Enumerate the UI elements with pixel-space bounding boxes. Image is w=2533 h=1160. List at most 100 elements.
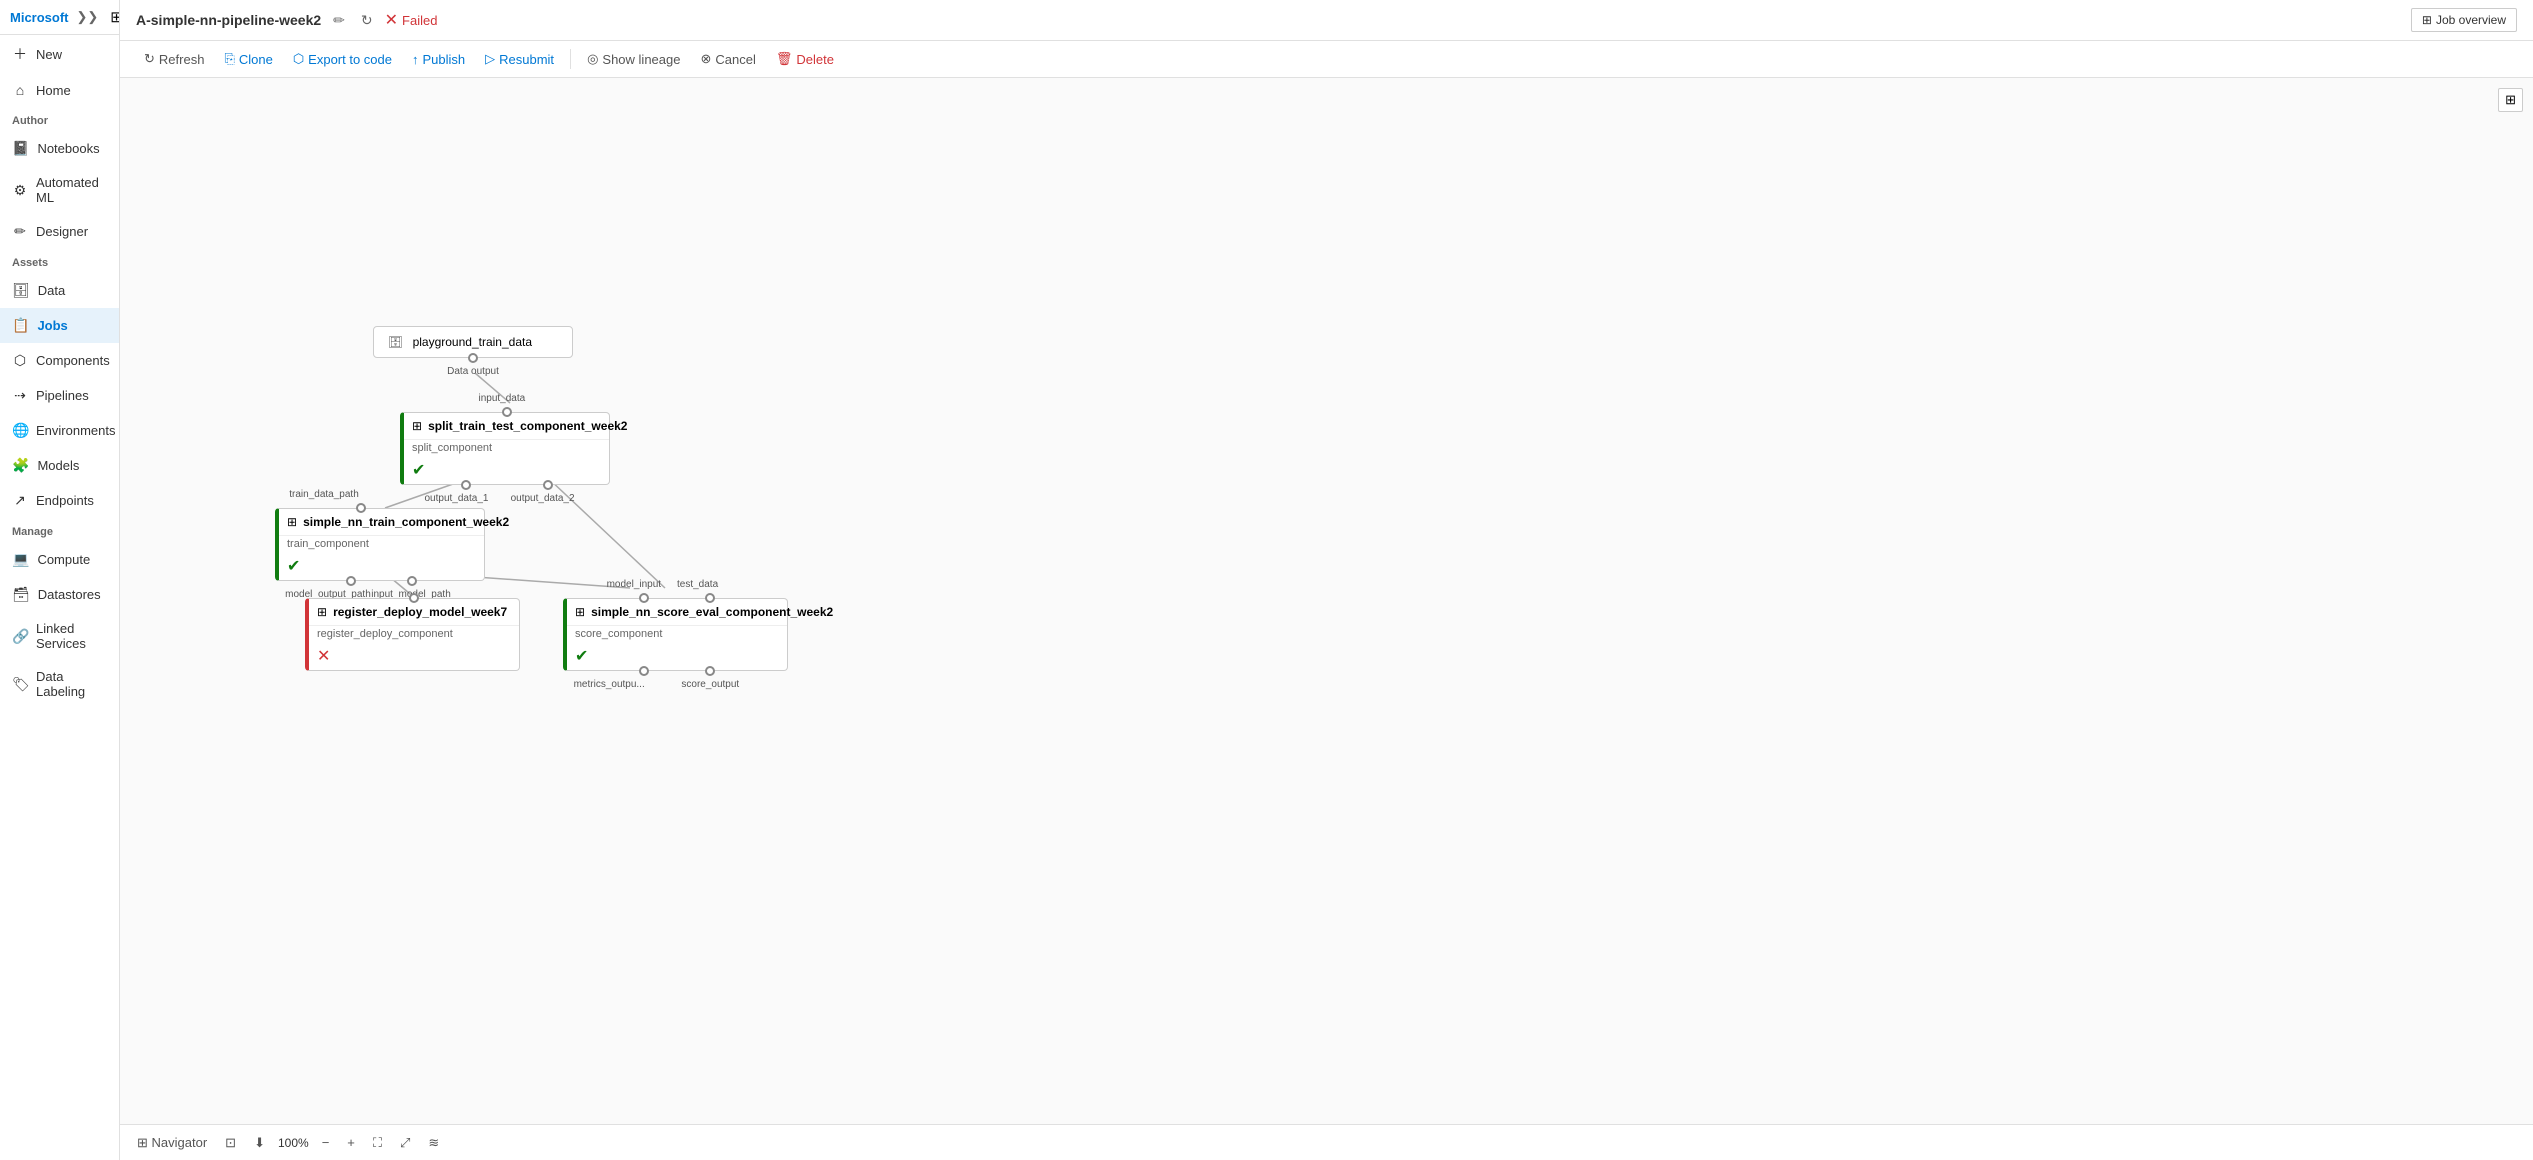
plus-icon: + <box>347 1135 355 1150</box>
train-node-header: ⊞ simple_nn_train_component_week2 <box>279 509 484 536</box>
split-node-status: ✔ <box>404 458 609 484</box>
pipeline-canvas[interactable]: 🗄 playground_train_data Data output ⊞ sp… <box>120 78 2533 1160</box>
train-status-icon: ✔ <box>287 558 300 575</box>
train-node-status: ✔ <box>279 554 484 580</box>
data-source-out-port[interactable] <box>468 353 478 363</box>
publish-icon: ↑ <box>412 52 419 67</box>
sidebar-item-new[interactable]: ＋ New <box>0 35 119 73</box>
canvas-inner: 🗄 playground_train_data Data output ⊞ sp… <box>120 78 2533 1120</box>
fit-view-button[interactable]: ⊡ <box>220 1133 241 1153</box>
sidebar-item-environments[interactable]: 🌐 Environments <box>0 413 119 448</box>
navigator-map-icon: ⊞ <box>137 1135 148 1150</box>
sidebar-item-notebooks[interactable]: 📓 Notebooks <box>0 131 119 166</box>
split-node-icon: ⊞ <box>412 419 422 433</box>
refresh-title-button[interactable]: ↻ <box>357 10 377 31</box>
endpoints-icon: ↗ <box>12 492 28 509</box>
fit-canvas-icon: ⛶ <box>373 1135 382 1150</box>
zoom-out-button[interactable]: − <box>317 1133 335 1152</box>
sidebar-item-components[interactable]: ⬡ Components <box>0 343 119 378</box>
score-in2-port[interactable] <box>705 593 715 603</box>
edit-title-button[interactable]: ✏ <box>329 10 349 31</box>
train-in-port[interactable] <box>356 503 366 513</box>
sidebar-item-data[interactable]: 🗄 Data <box>0 273 119 308</box>
export-icon: ⬡ <box>293 51 304 67</box>
section-manage: Manage <box>0 518 119 542</box>
score-node[interactable]: ⊞ simple_nn_score_eval_component_week2 s… <box>563 598 788 671</box>
train-node[interactable]: ⊞ simple_nn_train_component_week2 train_… <box>275 508 485 581</box>
fullscreen-button[interactable]: ⤢ <box>395 1133 415 1153</box>
sidebar: Microsoft ❯❯ ⊞ ＋ New ⌂ Home Author 📓 Not… <box>0 0 120 1160</box>
sidebar-item-models[interactable]: 🧩 Models <box>0 448 119 483</box>
split-status-icon: ✔ <box>412 462 425 479</box>
expand-icon[interactable]: ⊞ <box>2498 88 2523 112</box>
score-in1-port[interactable] <box>639 593 649 603</box>
sidebar-item-endpoints[interactable]: ↗ Endpoints <box>0 483 119 518</box>
sidebar-item-home[interactable]: ⌂ Home <box>0 73 119 107</box>
clone-button[interactable]: ⎘ Clone <box>216 47 280 71</box>
environments-icon: 🌐 <box>12 422 28 439</box>
navigator-toggle-button[interactable]: ⊞ Navigator <box>132 1133 212 1153</box>
split-out2-port[interactable] <box>543 480 553 490</box>
zoom-in-button[interactable]: + <box>342 1133 360 1152</box>
datastores-icon: 🗃 <box>12 586 30 603</box>
train-out-port[interactable] <box>346 576 356 586</box>
score-node-subtitle: score_component <box>567 626 787 644</box>
failed-icon: ✕ <box>385 10 398 30</box>
minus-icon: − <box>322 1135 330 1150</box>
publish-button[interactable]: ↑ Publish <box>404 48 473 71</box>
plus-icon: ＋ <box>12 44 28 64</box>
pipelines-icon: ⇢ <box>12 387 28 404</box>
linked-services-icon: 🔗 <box>12 628 28 645</box>
refresh-button[interactable]: ↻ Refresh <box>136 47 212 71</box>
automl-icon: ⚙ <box>12 182 28 199</box>
register-in-port[interactable] <box>409 593 419 603</box>
sidebar-item-jobs[interactable]: 📋 Jobs <box>0 308 119 343</box>
sidebar-item-data-labeling[interactable]: 🏷 Data Labeling <box>0 660 119 708</box>
delete-button[interactable]: 🗑 Delete <box>768 47 842 71</box>
fit-view-icon: ⊡ <box>225 1135 236 1150</box>
download-button[interactable]: ⬇ <box>249 1133 270 1153</box>
job-overview-button[interactable]: ⊞ Job overview <box>2411 8 2517 32</box>
cancel-button[interactable]: ⊗ Cancel <box>692 47 763 71</box>
sidebar-header: Microsoft ❯❯ ⊞ <box>0 0 119 35</box>
toolbar-divider <box>570 49 571 69</box>
split-in-port[interactable] <box>502 407 512 417</box>
designer-icon: ✏ <box>12 223 28 240</box>
topbar-right: ⊞ Job overview <box>2411 8 2517 32</box>
layout-icon: ≋ <box>428 1135 439 1150</box>
sidebar-item-pipelines[interactable]: ⇢ Pipelines <box>0 378 119 413</box>
refresh-icon: ↻ <box>144 51 155 67</box>
register-node-subtitle: register_deploy_component <box>309 626 519 644</box>
download-icon: ⬇ <box>254 1135 265 1150</box>
ms-logo: Microsoft <box>10 10 69 25</box>
export-button[interactable]: ⬡ Export to code <box>285 47 400 71</box>
layout-button[interactable]: ≋ <box>423 1133 444 1153</box>
register-node[interactable]: ⊞ register_deploy_model_week7 register_d… <box>305 598 520 671</box>
sidebar-item-automated-ml[interactable]: ⚙ Automated ML <box>0 166 119 214</box>
show-lineage-button[interactable]: ◎ Show lineage <box>579 47 688 71</box>
delete-icon: 🗑 <box>776 51 793 67</box>
train-out2-port[interactable] <box>407 576 417 586</box>
fullscreen-icon: ⤢ <box>400 1135 410 1150</box>
sidebar-item-linked-services[interactable]: 🔗 Linked Services <box>0 612 119 660</box>
sidebar-item-compute[interactable]: 💻 Compute <box>0 542 119 577</box>
cancel-icon: ⊗ <box>700 51 711 67</box>
resubmit-button[interactable]: ▷ Resubmit <box>477 47 562 71</box>
clone-icon: ⎘ <box>224 51 234 67</box>
fit-canvas-button[interactable]: ⛶ <box>368 1133 387 1153</box>
split-out2-label: output_data_2 <box>511 493 575 504</box>
score-node-title: simple_nn_score_eval_component_week2 <box>591 605 833 619</box>
train-node-title: simple_nn_train_component_week2 <box>303 515 509 529</box>
score-out1-port[interactable] <box>639 666 649 676</box>
sidebar-item-datastores[interactable]: 🗃 Datastores <box>0 577 119 612</box>
sidebar-toggle-icon[interactable]: ❯❯ <box>77 9 99 25</box>
notebook-icon: 📓 <box>12 140 29 157</box>
score-node-icon: ⊞ <box>575 605 585 619</box>
sidebar-item-designer[interactable]: ✏ Designer <box>0 214 119 249</box>
models-icon: 🧩 <box>12 457 29 474</box>
split-out1-port[interactable] <box>461 480 471 490</box>
data-source-node[interactable]: 🗄 playground_train_data Data output <box>373 326 573 358</box>
data-labeling-icon: 🏷 <box>12 676 28 693</box>
split-node[interactable]: ⊞ split_train_test_component_week2 split… <box>400 412 610 485</box>
score-out2-port[interactable] <box>705 666 715 676</box>
